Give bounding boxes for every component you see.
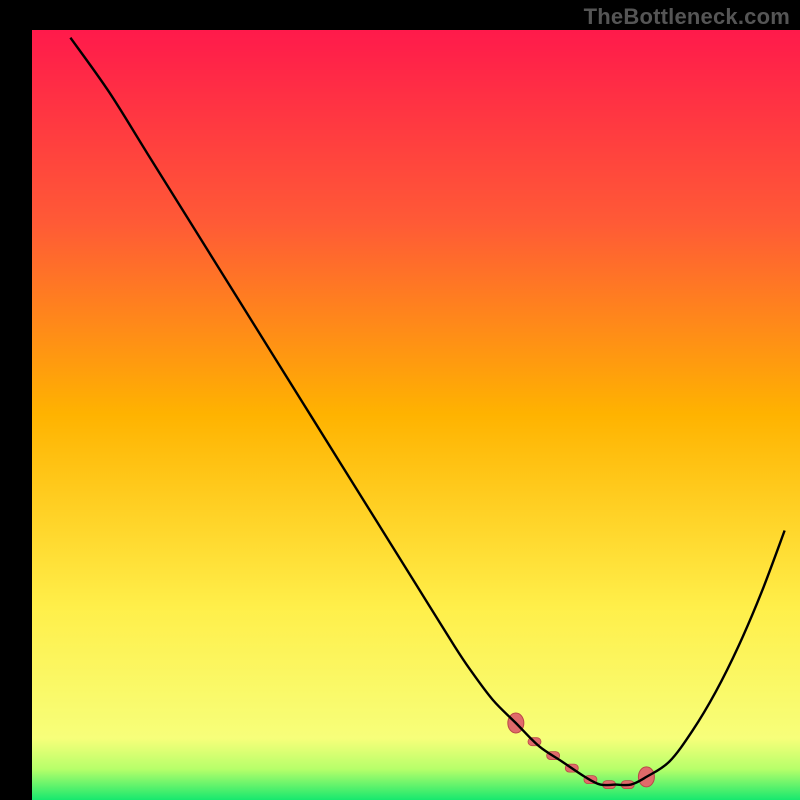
gradient-background — [32, 30, 800, 800]
bottleneck-chart — [0, 0, 800, 800]
watermark-text: TheBottleneck.com — [584, 4, 790, 30]
chart-frame: TheBottleneck.com — [0, 0, 800, 800]
